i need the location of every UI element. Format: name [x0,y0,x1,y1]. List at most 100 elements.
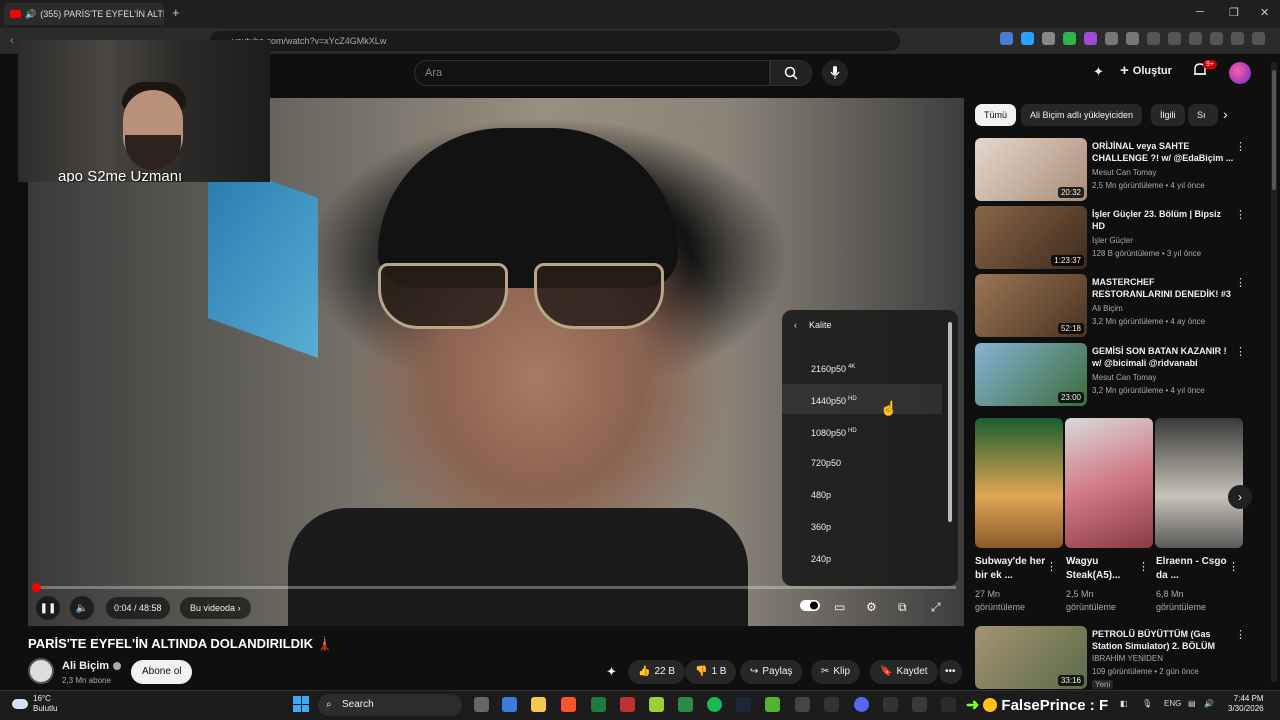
fullscreen-icon[interactable]: ⤢ [931,600,941,615]
store-icon[interactable] [502,697,517,712]
app-icon[interactable] [912,697,927,712]
quality-option-360p[interactable]: 360p [782,512,942,542]
chip-uploader[interactable]: Ali Biçim adlı yükleyiciden [1021,104,1143,126]
miniplayer-icon[interactable]: ⧉ [898,600,907,615]
app-icon[interactable] [765,697,780,712]
tray-icon[interactable]: ◧ [1120,699,1128,708]
microphone-tray-icon[interactable]: 🎙 [1142,699,1152,708]
search-input[interactable]: Ara [414,60,770,86]
tray-chevron-icon[interactable]: ⌃ [1102,699,1109,708]
short-thumbnail[interactable] [1155,418,1243,548]
recommendation-item[interactable]: 33:16 PETROLÜ BÜYÜTTÜM (Gas Station Simu… [975,626,1275,690]
quality-option-720p50[interactable]: 720p50 [782,448,942,478]
recommendation-item[interactable]: 52:18 MASTERCHEF RESTORANLARINI DENEDİK!… [975,274,1275,338]
network-icon[interactable]: ▤ [1188,699,1196,708]
search-button[interactable] [770,60,812,86]
quality-option-1440p50[interactable]: 1440p50 HD [782,384,942,414]
maximize-button[interactable]: ❐ [1229,6,1239,19]
chips-next-icon[interactable]: › [1223,106,1228,122]
short-title[interactable]: Elraenn - Csgo da ... [1156,555,1236,583]
extensions-puzzle-icon[interactable] [1105,32,1118,45]
quality-menu-header[interactable]: ‹ Kalite [794,320,832,330]
more-options-icon[interactable]: ⋮ [1138,560,1149,573]
windows-start-icon[interactable] [293,696,309,712]
extension-icon[interactable] [1084,32,1097,45]
autoplay-toggle[interactable] [800,600,820,614]
more-options-icon[interactable]: ⋮ [1235,276,1246,289]
recommendation-item[interactable]: 20:32 ORİJİNAL veya SAHTE CHALLENGE ?! w… [975,138,1275,202]
close-window-button[interactable]: ✕ [1260,6,1269,19]
chip-related[interactable]: İlgili [1151,104,1185,126]
task-view-icon[interactable] [474,697,489,712]
progress-bar[interactable] [36,586,956,589]
settings-gear-icon[interactable]: ⚙ [866,600,877,614]
extension-icon[interactable] [1063,32,1076,45]
chip-all[interactable]: Tümü [975,104,1017,126]
vpn-icon[interactable] [1231,32,1244,45]
extension-icon[interactable] [1042,32,1055,45]
volume-button[interactable]: 🔈 [70,596,94,620]
clip-button[interactable]: ✂ Klip [811,660,861,684]
weather-widget[interactable]: 16°C Bulutlu [12,694,57,714]
translate-extension-icon[interactable] [1000,32,1013,45]
short-title[interactable]: Wagyu Steak(A5)... [1066,555,1146,583]
ai-icon[interactable] [1210,32,1223,45]
channel-name[interactable]: Ali Biçim [62,660,122,672]
wallet-icon[interactable] [1189,32,1202,45]
language-indicator[interactable]: ENG [1164,699,1181,708]
chapter-button[interactable]: Bu videoda › [180,597,251,619]
brave-browser-icon[interactable] [561,697,576,712]
taskbar-search[interactable]: ⌕ Search [318,694,462,716]
system-clock[interactable]: 7:44 PM 3/30/2026 [1228,694,1264,714]
quality-menu-scrollbar[interactable] [948,322,952,522]
account-avatar[interactable] [1229,62,1251,84]
more-options-icon[interactable]: ⋮ [1235,208,1246,221]
recommendation-item[interactable]: 1:23:37 İşler Güçler 23. Bölüm | Bipsiz … [975,206,1275,270]
shorts-next-button[interactable]: › [1228,485,1252,509]
browser-tab[interactable]: 🔊 (355) PARİS'TE EYFEL'İN ALTIN ✕ [4,3,164,25]
pause-button[interactable]: ❚❚ [36,596,60,620]
sparkle-icon[interactable]: ✦ [606,664,617,680]
more-options-icon[interactable]: ⋮ [1235,140,1246,153]
shorts-icon[interactable]: ✦ [1093,64,1104,80]
app-icon[interactable] [678,697,693,712]
app-icon[interactable] [620,697,635,712]
file-explorer-icon[interactable] [531,697,546,712]
subtitles-icon[interactable]: ▭ [834,600,845,614]
url-field[interactable]: youtube.com/watch?v=xYcZ4GMkXLw [210,31,900,51]
chip-more[interactable]: Sı [1188,104,1218,126]
more-options-icon[interactable]: ⋮ [1235,628,1246,641]
subscribe-button[interactable]: Abone ol [131,660,193,684]
quality-option-2160p50[interactable]: 2160p50 4K [782,352,942,382]
voice-search-button[interactable] [822,60,848,86]
scrubber-handle[interactable] [32,583,41,592]
more-options-icon[interactable]: ⋮ [1046,560,1057,573]
spotify-icon[interactable] [707,697,722,712]
app-icon[interactable] [591,697,606,712]
app-icon[interactable] [649,697,664,712]
app-icon[interactable] [824,697,839,712]
menu-icon[interactable] [1252,32,1265,45]
minimize-button[interactable]: ─ [1196,6,1204,18]
more-options-icon[interactable]: ⋮ [1228,560,1239,573]
save-button[interactable]: 🔖 Kaydet [870,660,938,684]
dislike-button[interactable]: 👎 1 B [685,660,737,684]
create-button[interactable]: + Oluştur [1120,62,1172,79]
new-tab-button[interactable]: + [172,5,180,20]
more-actions-button[interactable]: ••• [939,660,962,684]
sidebar-icon[interactable] [1168,32,1181,45]
extension-icon[interactable] [1021,32,1034,45]
extension-icon[interactable] [1126,32,1139,45]
quality-option-240p[interactable]: 240p [782,544,942,574]
page-scrollbar-thumb[interactable] [1272,70,1276,190]
quality-option-1080p50[interactable]: 1080p50 HD [782,416,942,446]
quality-option-480p[interactable]: 480p [782,480,942,510]
media-icon[interactable] [1147,32,1160,45]
back-icon[interactable]: ‹ [10,33,14,47]
discord-icon[interactable] [854,697,869,712]
app-icon[interactable] [941,697,956,712]
app-icon[interactable] [883,697,898,712]
short-thumbnail[interactable] [1065,418,1153,548]
volume-tray-icon[interactable]: 🔊 [1204,699,1214,708]
app-icon[interactable] [795,697,810,712]
